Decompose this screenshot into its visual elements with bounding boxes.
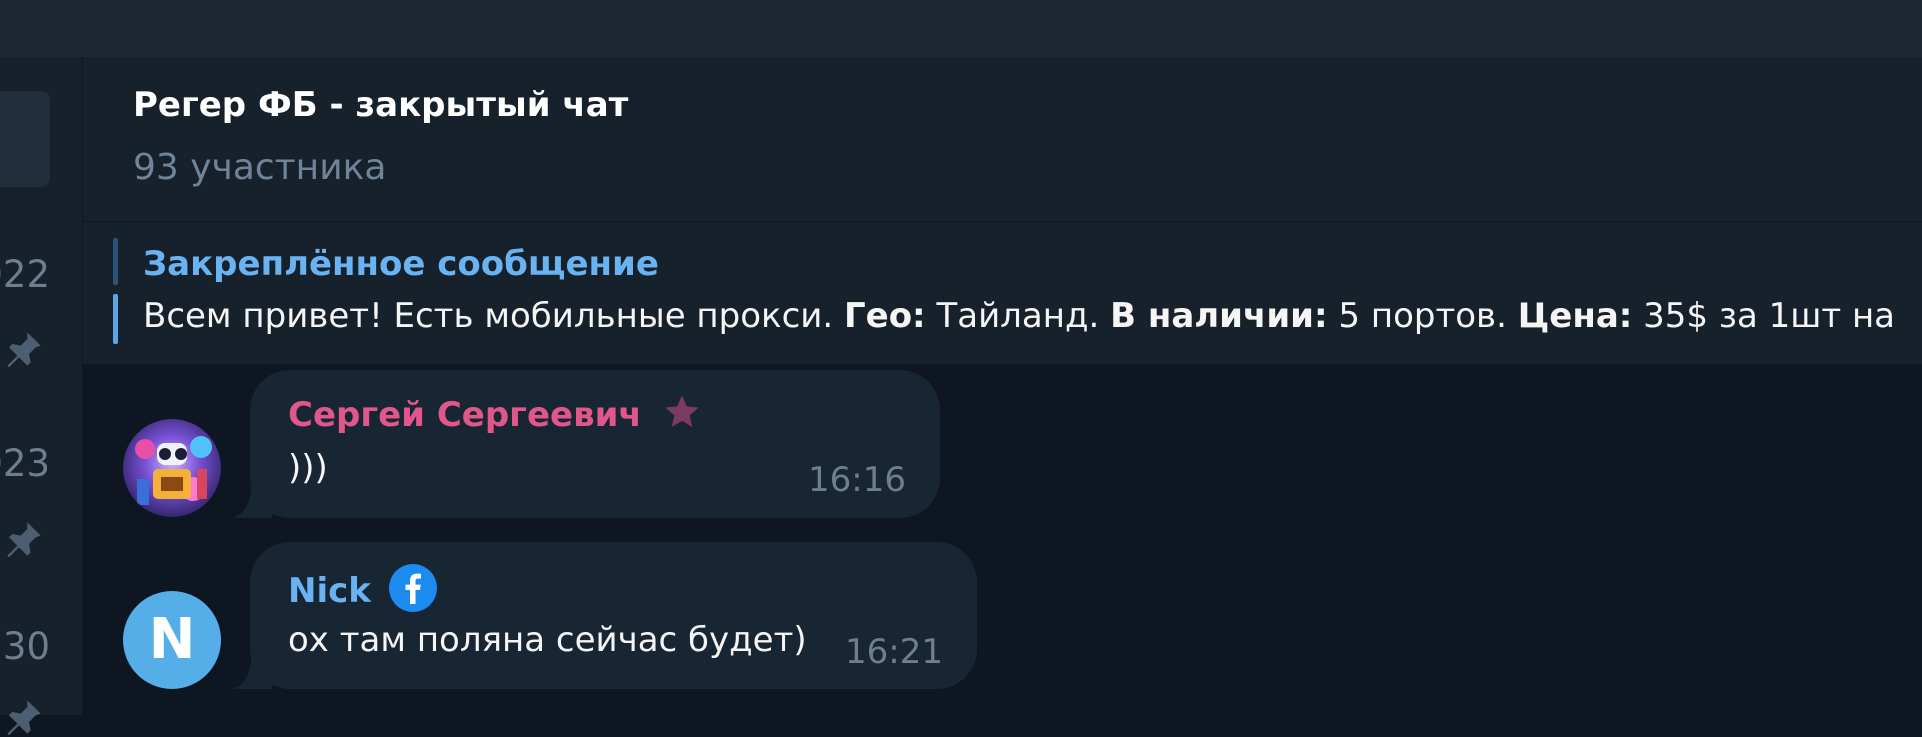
bubble-tail <box>232 478 272 518</box>
message-text: ох там поляна сейчас будет) <box>288 620 807 660</box>
avatar-letter: N <box>148 607 196 672</box>
pinned-text-bold: Гео: <box>843 296 926 336</box>
pin-icon <box>7 522 41 558</box>
facebook-icon <box>388 564 437 612</box>
bubble-tail <box>232 649 272 689</box>
pinned-indicator-active <box>113 294 118 344</box>
pinned-message-label: Закреплённое сообщение <box>143 244 659 284</box>
window-top-bar <box>0 0 1922 57</box>
sender-name[interactable]: Nick <box>288 564 437 612</box>
pinned-text-bold: Цена: <box>1517 296 1633 336</box>
pinned-message-bar[interactable]: Закреплённое сообщение Всем привет! Есть… <box>83 222 1922 364</box>
sender-name-text: Nick <box>288 571 371 611</box>
avatar-image <box>123 419 221 517</box>
pinned-text-part: 35$ за 1шт на <box>1632 296 1896 336</box>
message-bubble[interactable]: Сергей Сергеевич ))) 16:16 <box>232 370 940 518</box>
pinned-message-text: Всем привет! Есть мобильные прокси. Гео:… <box>143 296 1895 336</box>
pinned-text-part: 5 портов. <box>1327 296 1518 336</box>
chat-list-panel: 022 023 :30 <box>0 57 83 736</box>
pin-icon <box>7 700 41 736</box>
chat-title[interactable]: Регер ФБ - закрытый чат <box>133 85 628 125</box>
member-count: 93 участника <box>133 147 387 188</box>
pinned-indicator-inactive <box>113 238 118 285</box>
message-bubble[interactable]: Nick ох там поляна сейчас будет) 16:21 <box>232 542 977 689</box>
sender-name[interactable]: Сергей Сергеевич <box>288 392 702 435</box>
chat-list-item-date[interactable]: 023 <box>0 442 50 485</box>
chat-list-item-date[interactable]: 022 <box>0 253 50 296</box>
message-time: 16:21 <box>845 632 943 672</box>
pin-icon <box>7 332 41 368</box>
message-text: ))) <box>288 448 328 488</box>
sender-name-text: Сергей Сергеевич <box>288 395 642 435</box>
chat-list-item-time[interactable]: :30 <box>0 625 50 668</box>
pinned-text-part: Всем привет! Есть мобильные прокси. <box>143 296 844 336</box>
message-time: 16:16 <box>808 460 906 500</box>
chat-header[interactable]: Регер ФБ - закрытый чат 93 участника <box>83 57 1922 221</box>
avatar[interactable] <box>123 419 221 517</box>
pinned-text-bold: В наличии: <box>1110 296 1328 336</box>
avatar[interactable]: N <box>123 591 221 689</box>
star-icon <box>664 395 699 427</box>
chat-list-item-selected[interactable] <box>0 91 50 187</box>
pinned-text-part: Тайланд. <box>925 296 1111 336</box>
